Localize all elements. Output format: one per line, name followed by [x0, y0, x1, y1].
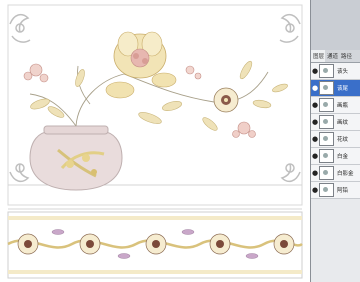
layer-thumbnail [319, 98, 334, 112]
corner-ornament-tr [279, 13, 301, 43]
floral-artwork [7, 4, 303, 279]
eye-icon[interactable]: ● [311, 165, 319, 181]
layer-thumbnail [319, 132, 334, 146]
corner-ornament-br [280, 163, 301, 183]
layer-list: ● 该头 ● 该尾 ● 画瓶 ● 画纹 ● 花纹 ● 白金 ● 白影金 ● 阿铅 [311, 63, 360, 199]
eye-icon[interactable]: ● [311, 131, 319, 147]
layer-name: 阿铅 [337, 188, 349, 194]
layer-name: 白金 [337, 154, 349, 160]
eye-icon[interactable]: ● [311, 182, 319, 198]
layer-row[interactable]: ● 花纹 [311, 131, 360, 148]
layer-thumbnail [319, 81, 334, 95]
layer-row[interactable]: ● 白影金 [311, 165, 360, 182]
layer-name: 该尾 [337, 86, 349, 92]
layer-thumbnail [319, 183, 334, 197]
layer-thumbnail [319, 149, 334, 163]
layer-name: 花纹 [337, 137, 349, 143]
central-flower [105, 31, 177, 99]
corner-ornament-tl [9, 13, 31, 43]
eye-icon[interactable]: ● [311, 97, 319, 113]
document-canvas[interactable] [0, 0, 310, 282]
layer-row[interactable]: ● 该尾 [311, 80, 360, 97]
layer-thumbnail [319, 166, 334, 180]
eye-icon[interactable]: ● [311, 80, 319, 96]
layer-row[interactable]: ● 阿铅 [311, 182, 360, 199]
app-window: 图层 通道 路径 ● 该头 ● 该尾 ● 画瓶 ● 画纹 ● 花纹 ● 白金 ●… [0, 0, 360, 282]
tab-layers[interactable]: 图层 [311, 50, 326, 62]
layer-name: 该头 [337, 69, 349, 75]
layer-row[interactable]: ● 该头 [311, 63, 360, 80]
layer-row[interactable]: ● 画瓶 [311, 97, 360, 114]
eye-icon[interactable]: ● [311, 114, 319, 130]
floral-border [7, 211, 303, 279]
layers-panel: 图层 通道 路径 ● 该头 ● 该尾 ● 画瓶 ● 画纹 ● 花纹 ● 白金 ●… [310, 50, 360, 282]
layer-name: 白影金 [337, 171, 354, 177]
layer-row[interactable]: ● 白金 [311, 148, 360, 165]
eye-icon[interactable]: ● [311, 63, 319, 79]
panel-dock-top [310, 0, 360, 50]
vase [29, 125, 123, 191]
small-flower [185, 65, 202, 80]
layer-thumbnail [319, 115, 334, 129]
layer-name: 画瓶 [337, 103, 349, 109]
layer-row[interactable]: ● 画纹 [311, 114, 360, 131]
tab-paths[interactable]: 路径 [339, 50, 353, 62]
eye-icon[interactable]: ● [311, 148, 319, 164]
layer-name: 画纹 [337, 120, 349, 126]
small-flower [23, 63, 49, 83]
corner-ornament-bl [9, 163, 30, 183]
panel-tabs: 图层 通道 路径 [311, 50, 360, 63]
small-flower [213, 87, 239, 113]
layer-thumbnail [319, 64, 334, 78]
small-flower [232, 121, 256, 138]
tab-channels[interactable]: 通道 [325, 50, 339, 62]
